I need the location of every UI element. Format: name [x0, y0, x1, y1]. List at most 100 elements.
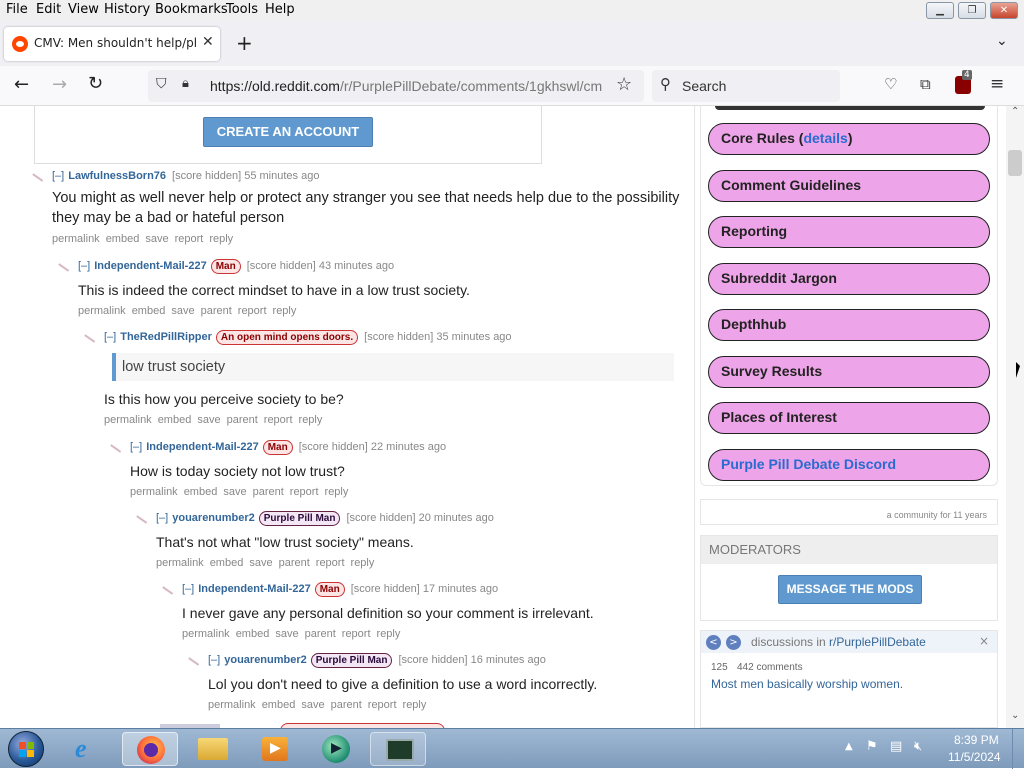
comment-time[interactable]: 35 minutes ago: [436, 331, 511, 343]
reply-link[interactable]: reply: [273, 305, 297, 317]
close-window-button[interactable]: ✕: [990, 2, 1018, 19]
explorer-taskbar-button[interactable]: [184, 732, 240, 766]
vote-arrow-icon[interactable]: [54, 263, 70, 277]
reply-link[interactable]: reply: [325, 486, 349, 498]
embed-link[interactable]: embed: [184, 486, 218, 498]
hamburger-menu-icon[interactable]: ≡: [990, 74, 1004, 94]
comment-author[interactable]: Independent-Mail-227: [94, 260, 206, 272]
pocket-icon[interactable]: ♡: [884, 75, 897, 93]
permalink-link[interactable]: permalink: [104, 414, 152, 426]
comment-time[interactable]: 55 minutes ago: [244, 170, 319, 182]
reply-link[interactable]: reply: [209, 233, 233, 245]
vote-arrow-icon[interactable]: [80, 334, 96, 348]
vote-arrow-icon[interactable]: [28, 173, 44, 187]
forward-arrow-icon[interactable]: →: [52, 74, 67, 95]
report-link[interactable]: report: [290, 486, 319, 498]
shield-icon[interactable]: ⛉: [156, 76, 167, 92]
extensions-icon[interactable]: ⧉: [920, 75, 931, 93]
parent-link[interactable]: parent: [279, 557, 310, 569]
comment-guidelines-pill[interactable]: Comment Guidelines: [708, 170, 990, 202]
comment-time[interactable]: 17 minutes ago: [423, 583, 498, 595]
comment-time[interactable]: 16 minutes ago: [471, 654, 546, 666]
reload-icon[interactable]: ↻: [88, 73, 103, 94]
tab-close-icon[interactable]: ✕: [202, 34, 214, 50]
collapse-toggle[interactable]: [–]: [182, 583, 194, 595]
message-mods-button[interactable]: MESSAGE THE MODS: [778, 575, 922, 604]
collapse-toggle[interactable]: [–]: [208, 654, 220, 666]
report-link[interactable]: report: [238, 305, 267, 317]
save-link[interactable]: save: [249, 557, 272, 569]
core-rules-pill[interactable]: Core Rules (details): [708, 123, 990, 155]
permalink-link[interactable]: permalink: [52, 233, 100, 245]
minimize-button[interactable]: ▁: [926, 2, 954, 19]
survey-results-pill[interactable]: Survey Results: [708, 356, 990, 388]
bookmark-star-icon[interactable]: ☆: [616, 74, 632, 95]
comment-author[interactable]: TheRedPillRipper: [120, 331, 212, 343]
comment-author[interactable]: youarenumber2: [172, 512, 255, 524]
menu-view[interactable]: View: [68, 2, 99, 17]
save-link[interactable]: save: [275, 628, 298, 640]
comment-author[interactable]: LawfulnessBorn76: [68, 170, 166, 182]
report-link[interactable]: report: [368, 699, 397, 711]
permalink-link[interactable]: permalink: [208, 699, 256, 711]
details-link[interactable]: details: [803, 130, 847, 146]
discussion-title[interactable]: Most men basically worship women.: [711, 677, 903, 691]
collapse-toggle[interactable]: [–]: [156, 512, 168, 524]
action-center-flag-icon[interactable]: ⚑: [866, 739, 878, 754]
save-link[interactable]: save: [197, 414, 220, 426]
save-link[interactable]: save: [223, 486, 246, 498]
tab-list-chevron-icon[interactable]: ⌄: [996, 33, 1008, 49]
embed-link[interactable]: embed: [262, 699, 296, 711]
back-arrow-icon[interactable]: ←: [14, 74, 29, 95]
save-link[interactable]: save: [171, 305, 194, 317]
ublock-icon[interactable]: 4: [955, 70, 972, 94]
menu-help[interactable]: Help: [265, 2, 295, 17]
report-link[interactable]: report: [264, 414, 293, 426]
reply-link[interactable]: reply: [377, 628, 401, 640]
collapse-toggle[interactable]: [–]: [52, 170, 64, 182]
permalink-link[interactable]: permalink: [156, 557, 204, 569]
close-discussions-icon[interactable]: ×: [979, 634, 989, 648]
menu-file[interactable]: File: [6, 2, 28, 17]
menu-edit[interactable]: Edit: [36, 2, 61, 17]
permalink-link[interactable]: permalink: [182, 628, 230, 640]
create-account-button[interactable]: CREATE AN ACCOUNT: [203, 117, 373, 147]
collapse-toggle[interactable]: [–]: [78, 260, 90, 272]
start-button[interactable]: [8, 731, 44, 767]
volume-muted-icon[interactable]: 🔇︎: [914, 739, 922, 754]
reply-link[interactable]: reply: [351, 557, 375, 569]
parent-link[interactable]: parent: [331, 699, 362, 711]
menu-history[interactable]: History: [104, 2, 150, 17]
permalink-link[interactable]: permalink: [130, 486, 178, 498]
prev-discussion-icon[interactable]: <: [706, 635, 721, 650]
vote-arrow-icon[interactable]: [106, 444, 122, 458]
clock-date[interactable]: 11/5/2024: [948, 750, 1001, 764]
collapse-toggle[interactable]: [–]: [130, 441, 142, 453]
reporting-pill[interactable]: Reporting: [708, 216, 990, 248]
comment-time[interactable]: 43 minutes ago: [319, 260, 394, 272]
next-discussion-icon[interactable]: >: [726, 635, 741, 650]
comment-time[interactable]: 22 minutes ago: [371, 441, 446, 453]
permalink-link[interactable]: permalink: [78, 305, 126, 317]
new-tab-icon[interactable]: +: [236, 31, 253, 55]
reply-link[interactable]: reply: [299, 414, 323, 426]
depthhub-pill[interactable]: Depthhub: [708, 309, 990, 341]
vote-arrow-icon[interactable]: [158, 586, 174, 600]
active-tab[interactable]: CMV: Men shouldn't help/phys ✕: [4, 27, 220, 61]
menu-bookmarks[interactable]: Bookmarks: [155, 2, 228, 17]
ie-taskbar-button[interactable]: e: [62, 732, 118, 766]
app-taskbar-button[interactable]: ▶: [308, 732, 364, 766]
terminal-taskbar-button[interactable]: [370, 732, 426, 766]
discussion-comments[interactable]: 442 comments: [737, 662, 803, 673]
vote-arrow-icon[interactable]: [132, 515, 148, 529]
menu-tools[interactable]: Tools: [226, 2, 258, 17]
scrollbar-thumb[interactable]: [1008, 150, 1022, 176]
parent-link[interactable]: parent: [305, 628, 336, 640]
comment-author[interactable]: youarenumber2: [224, 654, 307, 666]
scrollbar[interactable]: ⌃ ⌄: [1006, 106, 1024, 728]
comment-author[interactable]: Independent-Mail-227: [146, 441, 258, 453]
firefox-taskbar-button[interactable]: [122, 732, 178, 766]
reply-link[interactable]: reply: [403, 699, 427, 711]
vote-arrow-icon[interactable]: [184, 657, 200, 671]
report-link[interactable]: report: [342, 628, 371, 640]
